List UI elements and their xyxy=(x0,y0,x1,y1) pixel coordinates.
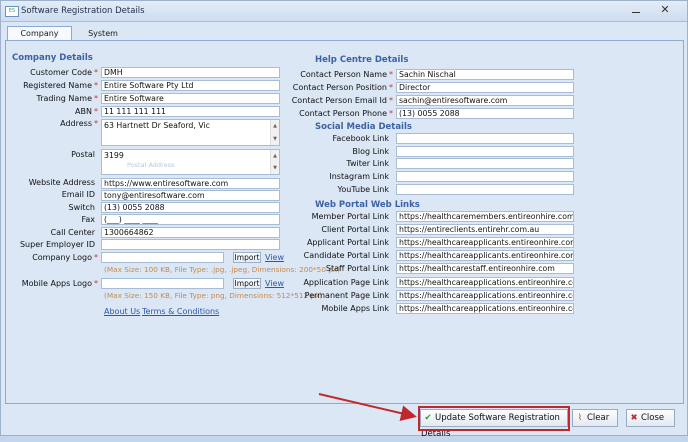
social-link-input[interactable] xyxy=(396,133,574,144)
registration-window: ES Software Registration Details ✕ Compa… xyxy=(0,0,688,439)
company-logo-label: Company Logo * xyxy=(32,253,98,262)
social-link-label: Blog Link xyxy=(352,146,389,156)
contact-position-input[interactable]: Director xyxy=(396,82,574,93)
help-centre-heading: Help Centre Details xyxy=(315,55,409,65)
switch-input[interactable]: (13) 0055 2088 xyxy=(101,202,280,213)
switch-label: Switch xyxy=(68,203,95,212)
portal-link-label: Staff Portal Link xyxy=(325,264,389,274)
postal-scrollbar[interactable]: ▲ ▼ xyxy=(270,150,279,174)
company-logo-path[interactable] xyxy=(101,252,224,263)
close-window-button[interactable]: ✕ xyxy=(657,3,673,17)
email-label: Email ID xyxy=(61,190,95,199)
social-link-input[interactable] xyxy=(396,183,574,195)
contact-phone-input[interactable]: (13) 0055 2088 xyxy=(396,108,574,119)
web-portal-heading: Web Portal Web Links xyxy=(315,200,420,210)
social-link-label: YouTube Link xyxy=(337,184,389,194)
postal-value: 3199 xyxy=(104,151,124,160)
contact-email-label: Contact Person Email Id * xyxy=(291,96,393,105)
fax-label: Fax xyxy=(81,215,95,224)
tab-company-details[interactable]: Company Details xyxy=(7,26,72,52)
abn-label: ABN * xyxy=(75,107,98,116)
close-button-label: Close xyxy=(641,413,665,423)
postal-label: Postal xyxy=(71,150,95,159)
app-logo-icon: ES xyxy=(5,6,19,17)
super-employer-label: Super Employer ID xyxy=(19,240,95,249)
terms-link[interactable]: Terms & Conditions xyxy=(142,307,219,316)
super-employer-input[interactable] xyxy=(101,239,280,250)
social-link-label: Instagram Link xyxy=(329,172,389,182)
address-value: 63 Hartnett Dr Seaford, Vic xyxy=(104,121,210,130)
trading-name-input[interactable]: Entire Software xyxy=(101,93,280,104)
broom-icon: ⌇ xyxy=(577,413,583,423)
close-button[interactable]: ✖ Close xyxy=(626,409,675,427)
portal-link-input[interactable]: https://entireclients.entirehr.com.au xyxy=(396,224,574,236)
social-link-input[interactable] xyxy=(396,145,574,157)
registered-name-label: Registered Name * xyxy=(23,81,98,90)
window-title: Software Registration Details xyxy=(21,6,145,16)
portal-link-input[interactable]: https://healthcaremembers.entireonhire.c… xyxy=(396,211,574,222)
tab-system-settings[interactable]: System Settings xyxy=(73,27,133,51)
customer-code-label: Customer Code * xyxy=(30,68,98,77)
portal-link-label: Application Page Link xyxy=(303,277,389,287)
contact-position-label: Contact Person Position * xyxy=(292,83,393,92)
trading-name-label: Trading Name * xyxy=(36,94,99,103)
fax-input[interactable]: (___) ____ ____ xyxy=(101,214,280,225)
address-scrollbar[interactable]: ▲ ▼ xyxy=(270,120,279,145)
contact-name-input[interactable]: Sachin Nischal xyxy=(396,69,574,80)
clear-button[interactable]: ⌇ Clear xyxy=(572,409,618,427)
social-link-input[interactable] xyxy=(396,171,574,183)
portal-link-label: Mobile Apps Link xyxy=(321,303,389,313)
portal-link-label: Client Portal Link xyxy=(321,225,389,235)
contact-name-label: Contact Person Name * xyxy=(300,70,393,79)
mobile-logo-label: Mobile Apps Logo * xyxy=(21,279,98,288)
website-input[interactable]: https://www.entiresoftware.com xyxy=(101,178,280,189)
portal-link-label: Applicant Portal Link xyxy=(306,238,389,248)
minimize-button[interactable] xyxy=(629,4,643,16)
address-textarea[interactable]: 63 Hartnett Dr Seaford, Vic ▲ ▼ xyxy=(101,119,280,146)
registered-name-input[interactable]: Entire Software Pty Ltd xyxy=(101,80,280,91)
address-label: Address * xyxy=(60,119,98,128)
customer-code-input[interactable]: DMH xyxy=(101,67,280,78)
portal-link-label: Member Portal Link xyxy=(311,212,389,221)
x-icon: ✖ xyxy=(630,413,638,423)
contact-email-input[interactable]: sachin@entiresoftware.com xyxy=(396,95,574,106)
abn-input[interactable]: 11 111 111 111 xyxy=(101,106,280,117)
postal-ghost-text: Postal Address xyxy=(127,161,175,169)
portal-link-label: Candidate Portal Link xyxy=(303,251,389,261)
portal-link-input[interactable]: https://healthcareapplications.entireonh… xyxy=(396,302,574,314)
call-center-input[interactable]: 1300664862 xyxy=(101,227,280,238)
portal-link-input[interactable]: https://healthcareapplications.entireonh… xyxy=(396,276,574,288)
portal-link-input[interactable]: https://healthcareapplicants.entireonhir… xyxy=(396,250,574,262)
company-details-heading: Company Details xyxy=(12,53,93,63)
mobile-logo-path[interactable] xyxy=(101,278,224,289)
social-link-label: Twiter Link xyxy=(346,159,389,169)
highlight-box xyxy=(418,406,570,431)
company-logo-import-button[interactable]: Import xyxy=(233,252,261,263)
portal-link-input[interactable]: https://healthcareapplications.entireonh… xyxy=(396,289,574,301)
portal-link-input[interactable]: https://healthcareapplicants.entireonhir… xyxy=(396,237,574,249)
social-media-heading: Social Media Details xyxy=(315,122,412,132)
portal-link-input[interactable]: https://healthcarestaff.entireonhire.com xyxy=(396,263,574,275)
contact-phone-label: Contact Person Phone * xyxy=(299,109,393,118)
mobile-logo-import-button[interactable]: Import xyxy=(233,278,261,289)
email-input[interactable]: tony@entiresoftware.com xyxy=(101,190,280,201)
portal-link-label: Permanent Page Link xyxy=(304,290,389,300)
website-label: Website Address xyxy=(28,178,95,187)
social-link-input[interactable] xyxy=(396,158,574,170)
clear-button-label: Clear xyxy=(587,413,610,423)
about-us-link[interactable]: About Us xyxy=(104,307,140,316)
title-bar: ES Software Registration Details ✕ xyxy=(1,1,687,22)
call-center-label: Call Center xyxy=(50,228,95,237)
social-link-label: Facebook Link xyxy=(332,134,389,143)
